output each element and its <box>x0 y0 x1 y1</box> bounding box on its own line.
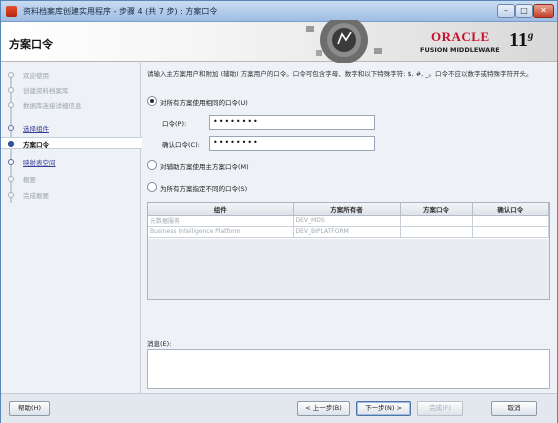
title-bar: 资料档案库创建实用程序 - 步骤 4 (共 7 步) : 方案口令 – □ ✕ <box>1 1 557 22</box>
step-label[interactable]: 选择组件 <box>23 123 49 133</box>
step-create-repository: 创建资料档案库 <box>1 84 141 96</box>
password-label: 口令(P): <box>162 120 187 128</box>
step-indicator-icon <box>8 125 14 131</box>
close-button[interactable]: ✕ <box>533 4 554 18</box>
table-empty-area <box>148 239 549 299</box>
gear-graphic-icon <box>306 20 382 64</box>
product-subtitle: FUSION MIDDLEWARE <box>420 46 500 54</box>
same-password-radio[interactable] <box>147 96 157 106</box>
column-header-password: 方案口令 <box>400 203 473 216</box>
cell-confirm <box>472 215 549 227</box>
cell-password <box>400 215 473 227</box>
confirm-password-field[interactable]: •••••••• <box>209 136 375 151</box>
step-completion-summary: 完成概要 <box>1 189 141 201</box>
step-indicator-icon <box>8 159 14 165</box>
cell-owner: DEV_BIPLATFORM <box>293 226 401 238</box>
step-select-components[interactable]: 选择组件 <box>1 122 141 134</box>
cell-confirm <box>472 226 549 238</box>
step-label: 方案口令 <box>23 141 49 149</box>
step-label[interactable]: 映射表空间 <box>23 157 56 167</box>
steps-sidebar: 欢迎使用 创建资料档案库 数据库连接详细信息 选择组件 方案口令 映射表空间 概… <box>1 63 142 393</box>
step-current-icon <box>8 141 14 147</box>
cell-owner: DEV_MDS <box>293 215 401 227</box>
step-label: 概要 <box>23 176 36 184</box>
instructions-text: 请输入主方案用户和附加 (辅助) 方案用户的口令。口令可包含字母、数字和以下特殊… <box>147 70 533 78</box>
version-logo: 11g <box>509 29 533 52</box>
step-schema-passwords: 方案口令 <box>1 137 142 149</box>
step-label: 欢迎使用 <box>23 72 49 80</box>
column-header-component: 组件 <box>148 203 294 216</box>
step-indicator-icon <box>8 87 14 93</box>
step-label: 数据库连接详细信息 <box>23 102 82 110</box>
header-banner: 方案口令 ORACLE FUSION MIDDLEWARE 11g <box>1 20 557 64</box>
confirm-password-label: 确认口令(C): <box>162 141 200 149</box>
step-label: 创建资料档案库 <box>23 87 69 95</box>
messages-label: 消息(E): <box>147 340 172 348</box>
cancel-button[interactable]: 取消 <box>491 401 537 416</box>
step-indicator-icon <box>8 102 14 108</box>
step-indicator-icon <box>8 176 14 182</box>
different-password-label[interactable]: 为所有方案指定不同的口令(S) <box>160 183 247 193</box>
same-password-label[interactable]: 对所有方案使用相同的口令(U) <box>160 97 248 107</box>
button-bar: 帮助(H) < 上一步(B) 下一步(N) > 完成(F) 取消 <box>1 393 557 423</box>
column-header-confirm: 确认口令 <box>472 203 549 216</box>
schema-table: 组件 方案所有者 方案口令 确认口令 元数据服务 DEV_MDS Busines <box>147 202 550 300</box>
table-header-row: 组件 方案所有者 方案口令 确认口令 <box>148 203 549 216</box>
different-password-radio[interactable] <box>147 182 157 192</box>
aux-password-radio[interactable] <box>147 160 157 170</box>
column-header-owner: 方案所有者 <box>293 203 401 216</box>
window-title: 资料档案库创建实用程序 - 步骤 4 (共 7 步) : 方案口令 <box>23 7 218 16</box>
cell-password <box>400 226 473 238</box>
oracle-app-icon <box>6 6 17 17</box>
cell-component: Business Intelligence Platform <box>148 226 294 238</box>
step-map-tablespaces[interactable]: 映射表空间 <box>1 156 141 168</box>
main-panel: 请输入主方案用户和附加 (辅助) 方案用户的口令。口令可包含字母、数字和以下特殊… <box>142 63 557 393</box>
version-number: 11 <box>509 29 528 51</box>
version-suffix: g <box>527 29 534 42</box>
step-welcome: 欢迎使用 <box>1 69 141 81</box>
installer-window: 资料档案库创建实用程序 - 步骤 4 (共 7 步) : 方案口令 – □ ✕ … <box>0 0 558 423</box>
finish-button[interactable]: 完成(F) <box>417 401 463 416</box>
table-row: 元数据服务 DEV_MDS <box>148 215 549 227</box>
table-row: Business Intelligence Platform DEV_BIPLA… <box>148 226 549 238</box>
oracle-logo: ORACLE <box>431 29 490 44</box>
step-indicator-icon <box>8 192 14 198</box>
step-label: 完成概要 <box>23 192 49 200</box>
step-summary: 概要 <box>1 173 141 185</box>
messages-area[interactable] <box>147 349 550 389</box>
back-button[interactable]: < 上一步(B) <box>297 401 350 416</box>
minimize-button[interactable]: – <box>497 4 515 18</box>
aux-password-label[interactable]: 对辅助方案使用主方案口令(M) <box>160 161 249 171</box>
password-field[interactable]: •••••••• <box>209 115 375 130</box>
cell-component: 元数据服务 <box>148 215 294 227</box>
next-button[interactable]: 下一步(N) > <box>356 401 411 416</box>
step-db-connection: 数据库连接详细信息 <box>1 99 141 111</box>
step-indicator-icon <box>8 72 14 78</box>
maximize-button[interactable]: □ <box>515 4 533 18</box>
help-button[interactable]: 帮助(H) <box>9 401 50 416</box>
page-title: 方案口令 <box>9 38 53 51</box>
